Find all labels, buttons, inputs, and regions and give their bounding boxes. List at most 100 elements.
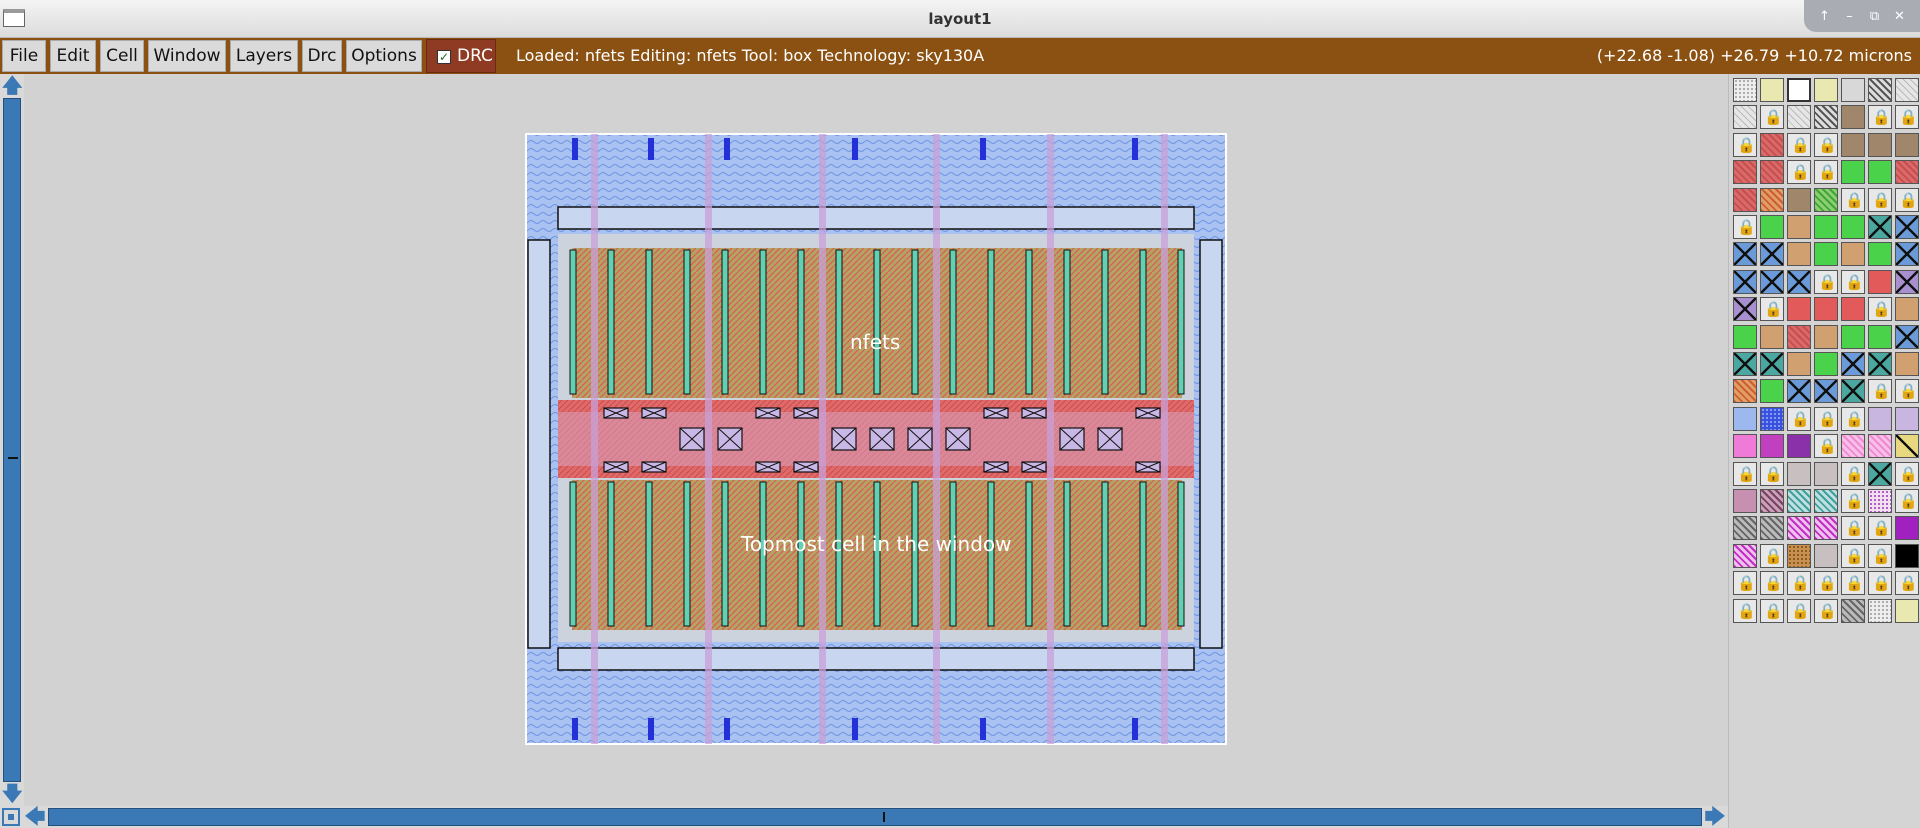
layer-swatch-green[interactable]: [1841, 324, 1865, 349]
layer-swatch-blue-x[interactable]: [1733, 242, 1757, 267]
layer-swatch-green[interactable]: [1814, 352, 1838, 376]
menu-edit[interactable]: Edit: [50, 40, 96, 72]
layer-swatch-orange-hatch[interactable]: [1733, 379, 1757, 404]
drc-toggle[interactable]: ✓ DRC: [426, 39, 496, 73]
layer-swatch-lock[interactable]: [1760, 461, 1784, 486]
layer-swatch-teal-hatch[interactable]: [1814, 489, 1838, 513]
layer-swatch-lock[interactable]: [1760, 297, 1784, 322]
close-icon[interactable]: ✕: [1889, 9, 1911, 24]
menu-file[interactable]: File: [2, 40, 46, 72]
layer-swatch-lock[interactable]: [1868, 297, 1892, 322]
layer-swatch-lock[interactable]: [1841, 187, 1865, 212]
layer-swatch-purple-x[interactable]: [1733, 297, 1757, 322]
layer-swatch-magenta-hatch[interactable]: [1733, 543, 1757, 568]
layer-swatch-outline[interactable]: [1787, 78, 1811, 102]
layer-swatch-lock[interactable]: [1895, 571, 1919, 596]
layer-swatch-purple-x[interactable]: [1895, 269, 1919, 294]
vertical-scroll-track[interactable]: [3, 98, 21, 782]
layer-swatch-hatch-dark[interactable]: [1814, 105, 1838, 130]
layer-swatch-blank[interactable]: [1841, 78, 1865, 102]
layer-swatch-blue-x[interactable]: [1787, 269, 1811, 294]
layer-swatch-lock[interactable]: [1787, 406, 1811, 431]
layer-swatch-lock[interactable]: [1814, 269, 1838, 294]
layer-swatch-blue-dots[interactable]: [1760, 406, 1784, 431]
layer-swatch-tan[interactable]: [1895, 297, 1919, 322]
layer-swatch-green[interactable]: [1868, 242, 1892, 267]
layer-swatch-lavender[interactable]: [1868, 406, 1892, 431]
layer-swatch-lock[interactable]: [1895, 461, 1919, 486]
layout-drawing[interactable]: [24, 74, 1728, 806]
layer-swatch-lock[interactable]: [1868, 187, 1892, 212]
layer-swatch-tan[interactable]: [1760, 324, 1784, 349]
checkbox-icon[interactable]: ✓: [437, 50, 451, 64]
layer-swatch-lock[interactable]: [1868, 105, 1892, 130]
horizontal-scroll-track[interactable]: [48, 808, 1702, 826]
layer-swatch-hatch-dark[interactable]: [1868, 78, 1892, 102]
layer-swatch-green[interactable]: [1841, 215, 1865, 239]
menu-options[interactable]: Options: [346, 40, 422, 72]
vertical-scroll-thumb[interactable]: [8, 457, 18, 459]
layer-swatch-lock[interactable]: [1841, 269, 1865, 294]
layer-swatch-red-hatch[interactable]: [1895, 160, 1919, 185]
layer-swatch-yellow-box[interactable]: [1814, 78, 1838, 102]
layer-swatch-hatch-light[interactable]: [1733, 105, 1757, 130]
layer-swatch-teal-x[interactable]: [1868, 461, 1892, 486]
layer-swatch-lock[interactable]: [1868, 516, 1892, 541]
layer-swatch-grey-hatch[interactable]: [1841, 598, 1865, 623]
layer-swatch-black[interactable]: [1895, 543, 1919, 568]
layer-swatch-red[interactable]: [1787, 297, 1811, 322]
layer-swatch-lock[interactable]: [1787, 160, 1811, 185]
layer-swatch-lock[interactable]: [1787, 598, 1811, 623]
layer-swatch-grey[interactable]: [1814, 543, 1838, 568]
layer-swatch-blue-x[interactable]: [1814, 379, 1838, 404]
layer-swatch-green[interactable]: [1814, 242, 1838, 267]
layer-swatch-lock[interactable]: [1760, 543, 1784, 568]
layer-swatch-lock[interactable]: [1760, 571, 1784, 596]
layer-swatch-lock[interactable]: [1895, 489, 1919, 513]
layer-swatch-blue-x[interactable]: [1787, 379, 1811, 404]
layer-swatch-brown[interactable]: [1841, 132, 1865, 157]
raise-icon[interactable]: ↑: [1814, 9, 1836, 24]
layer-swatch-teal-x[interactable]: [1760, 352, 1784, 376]
layer-swatch-lock[interactable]: [1868, 571, 1892, 596]
layer-swatch-lock[interactable]: [1814, 132, 1838, 157]
layer-swatch-lock[interactable]: [1895, 105, 1919, 130]
layer-swatch-red-hatch[interactable]: [1760, 132, 1784, 157]
layer-swatch-teal-x[interactable]: [1868, 352, 1892, 376]
layer-swatch-magenta[interactable]: [1760, 434, 1784, 459]
layer-swatch-lock[interactable]: [1787, 132, 1811, 157]
layer-swatch-tan[interactable]: [1787, 352, 1811, 376]
layer-swatch-lock[interactable]: [1841, 406, 1865, 431]
layer-swatch-green[interactable]: [1760, 215, 1784, 239]
layer-swatch-lock[interactable]: [1733, 461, 1757, 486]
layer-swatch-lock[interactable]: [1841, 543, 1865, 568]
layer-swatch-dots-white[interactable]: [1733, 78, 1757, 102]
layer-swatch-blue-x[interactable]: [1895, 324, 1919, 349]
layer-swatch-magenta-hatch[interactable]: [1814, 516, 1838, 541]
layer-swatch-green[interactable]: [1868, 324, 1892, 349]
layer-swatch-yellow-box[interactable]: [1895, 598, 1919, 623]
layer-swatch-lock[interactable]: [1814, 406, 1838, 431]
layer-swatch-lock[interactable]: [1841, 461, 1865, 486]
layer-swatch-tan[interactable]: [1814, 324, 1838, 349]
layer-swatch-purple[interactable]: [1787, 434, 1811, 459]
layer-swatch-red[interactable]: [1868, 269, 1892, 294]
layer-swatch-green[interactable]: [1841, 160, 1865, 185]
layer-swatch-mauve-hatch[interactable]: [1760, 489, 1784, 513]
layer-swatch-hatch-light[interactable]: [1787, 105, 1811, 130]
layer-swatch-grey-hatch[interactable]: [1733, 516, 1757, 541]
layer-swatch-teal-x[interactable]: [1733, 352, 1757, 376]
layer-swatch-lock[interactable]: [1868, 543, 1892, 568]
layer-swatch-lock[interactable]: [1841, 571, 1865, 596]
layer-swatch-lock[interactable]: [1814, 434, 1838, 459]
layer-swatch-lock[interactable]: [1814, 571, 1838, 596]
layer-swatch-lock[interactable]: [1814, 160, 1838, 185]
layer-swatch-purple-dots[interactable]: [1868, 489, 1892, 513]
minimize-icon[interactable]: –: [1839, 9, 1861, 24]
menu-window[interactable]: Window: [148, 40, 226, 72]
layer-swatch-pink[interactable]: [1733, 434, 1757, 459]
layer-swatch-lavender[interactable]: [1895, 406, 1919, 431]
layer-swatch-blue-x[interactable]: [1760, 242, 1784, 267]
layer-swatch-grey-hatch[interactable]: [1760, 516, 1784, 541]
zoom-box-icon[interactable]: [2, 808, 20, 826]
